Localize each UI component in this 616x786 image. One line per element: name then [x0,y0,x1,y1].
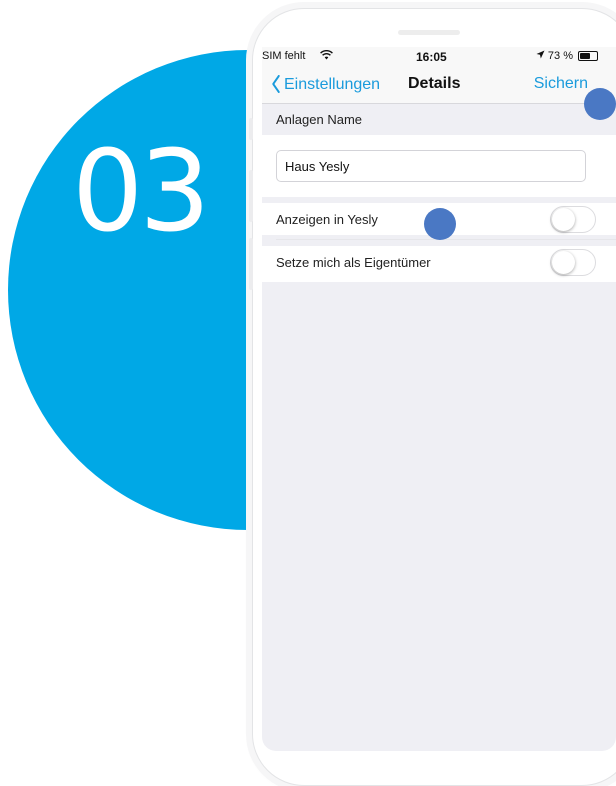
toggle-label: Setze mich als Eigentümer [276,255,431,270]
navigation-bar: Einstellungen Details Sichern [262,67,616,104]
battery-status: 73 % [536,50,598,62]
phone-speaker [398,30,460,35]
rows-bottom-edge [262,278,616,282]
carrier-label: SIM fehlt [262,50,306,62]
toggle-knob [552,251,575,274]
row-divider [276,239,616,240]
phone-side-button [249,238,253,290]
save-button[interactable]: Sichern [534,75,588,93]
name-input[interactable] [276,150,586,182]
status-time: 16:05 [416,50,447,64]
toggle-label: Anzeigen in Yesly [276,212,378,227]
touch-hint-dot [584,88,616,120]
name-field-group [262,135,616,197]
back-button[interactable]: Einstellungen [270,74,381,94]
section-header-label: Anlagen Name [276,112,362,127]
set-owner-toggle[interactable] [550,249,596,276]
page-title: Details [408,75,461,92]
chevron-left-icon [272,74,280,94]
phone-side-button [249,170,253,222]
section-header: Anlagen Name [262,105,616,135]
battery-fill [580,53,591,59]
phone-screen: SIM fehlt 16:05 73 % Einstellungen Detai… [262,47,616,751]
touch-hint-dot [424,208,456,240]
phone-side-button [249,118,253,140]
location-arrow-icon [536,50,545,62]
wifi-icon [320,49,333,63]
toggle-row-set-owner: Setze mich als Eigentümer [262,246,616,278]
battery-percent: 73 % [547,50,573,62]
back-button-label: Einstellungen [284,75,381,93]
show-in-yesly-toggle[interactable] [550,206,596,233]
status-bar: SIM fehlt 16:05 73 % [262,47,616,67]
battery-icon [578,51,598,61]
toggle-knob [552,208,575,231]
step-number: 03 [72,127,211,257]
